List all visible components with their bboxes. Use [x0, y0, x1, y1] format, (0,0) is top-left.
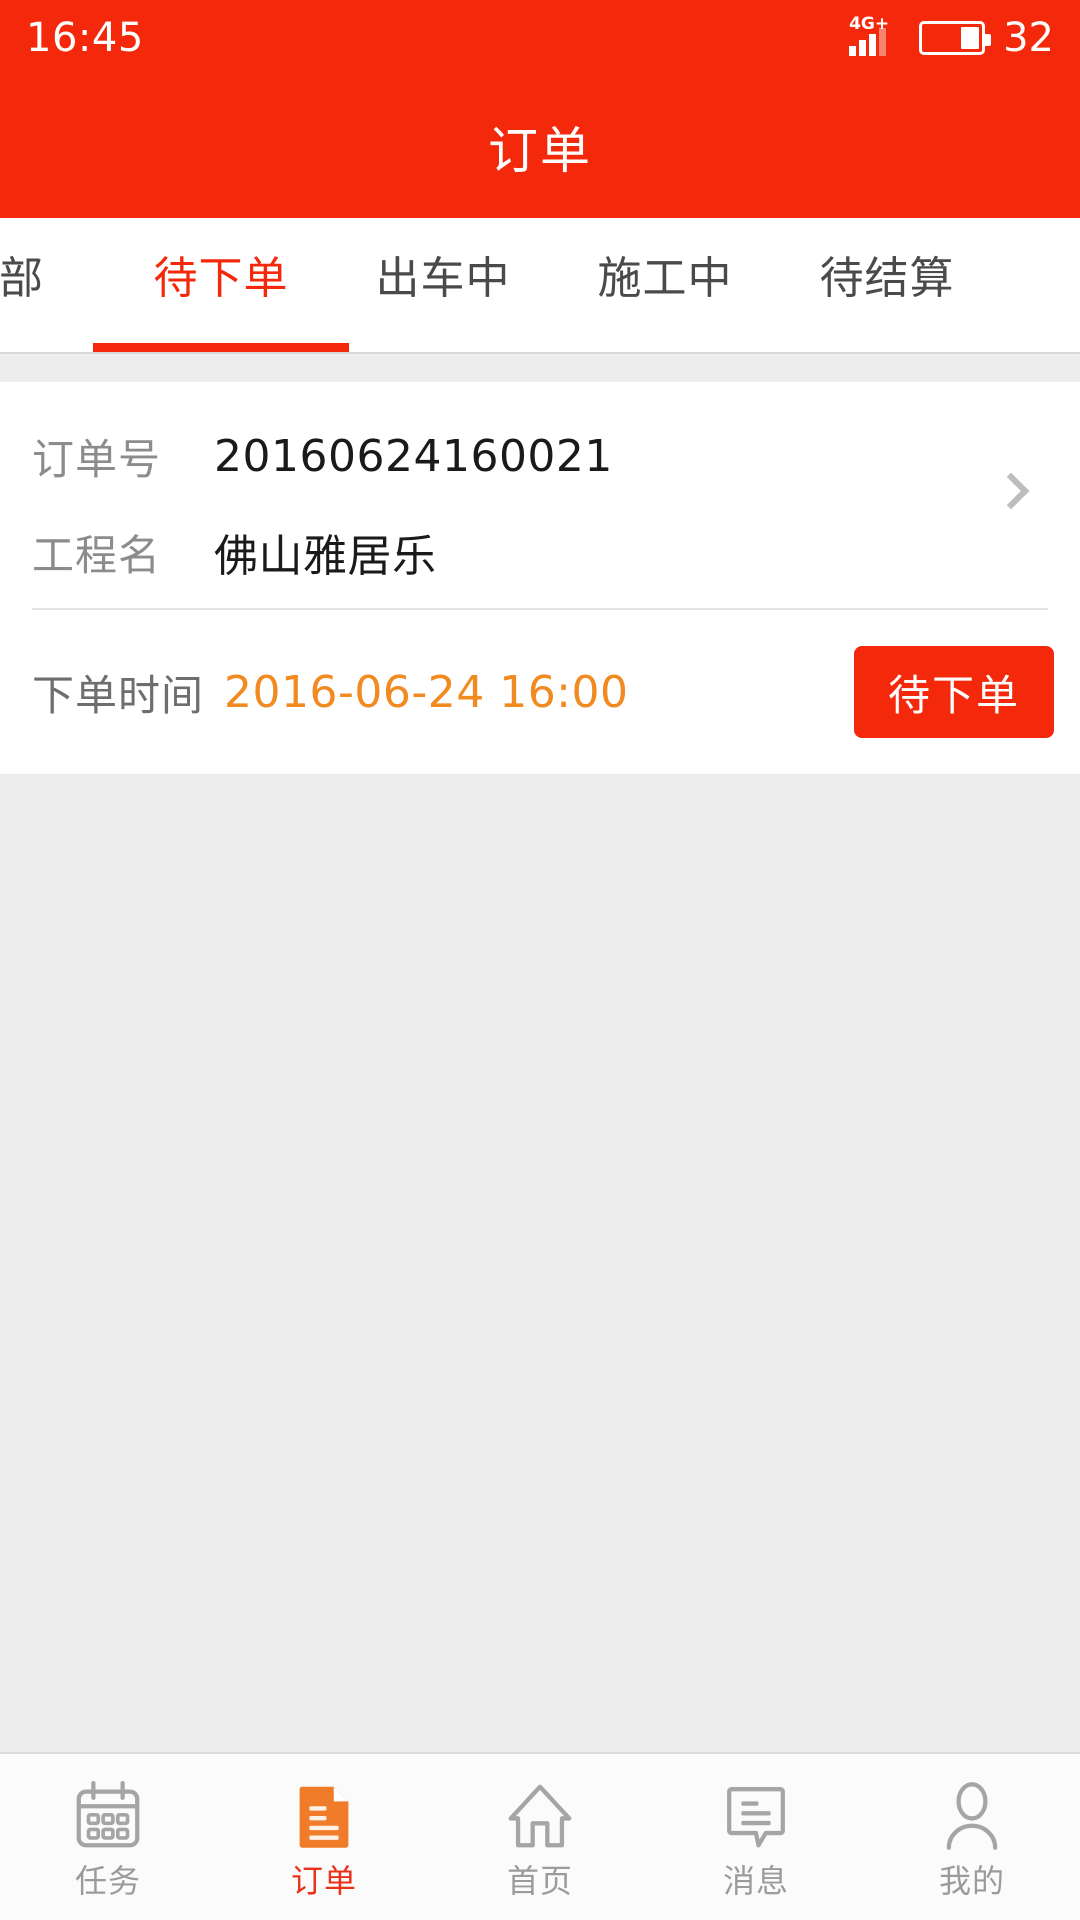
calendar-icon [76, 1780, 140, 1848]
order-status-tabbar[interactable]: 全部 待下单 出车中 施工中 待结算 [0, 218, 1080, 352]
nav-label: 任务 [74, 1862, 141, 1900]
order-number-value: 20160624160021 [214, 430, 613, 482]
order-status-button[interactable]: 待下单 [854, 646, 1054, 738]
project-name-label: 工程名 [32, 530, 162, 580]
tab-list: 全部 待下单 出车中 施工中 待结算 [0, 218, 998, 352]
nav-label: 我的 [938, 1862, 1005, 1900]
tab-pending-order[interactable]: 待下单 [93, 218, 349, 352]
home-icon [508, 1784, 572, 1848]
document-icon [299, 1786, 349, 1848]
tab-label: 出车中 [375, 253, 511, 304]
project-name-row: 工程名 佛山雅居乐 [0, 504, 1080, 600]
order-card-header[interactable]: 订单号 20160624160021 工程名 佛山雅居乐 [0, 382, 1080, 608]
order-number-label: 订单号 [32, 434, 162, 484]
tab-label: 待结算 [819, 253, 955, 304]
tab-active-indicator [93, 343, 349, 352]
order-time-value: 2016-06-24 16:00 [224, 666, 629, 718]
order-card-footer: 下单时间 2016-06-24 16:00 待下单 [0, 610, 1080, 774]
battery-percent-label: 32 [1003, 15, 1054, 61]
app-header: 16:45 4G+ 32 订单 [0, 0, 1080, 218]
order-list-screen: 16:45 4G+ 32 订单 全部 待下单 [0, 0, 1080, 1920]
battery-fill [960, 27, 980, 49]
nav-item-tasks[interactable]: 任务 [0, 1753, 216, 1920]
tab-in-construction[interactable]: 施工中 [554, 218, 776, 352]
battery-icon [919, 21, 992, 55]
tab-label: 全部 [0, 253, 44, 304]
tab-dispatching[interactable]: 出车中 [332, 218, 554, 352]
tab-label: 施工中 [597, 253, 733, 304]
status-bar-clock: 16:45 [26, 15, 144, 61]
status-bar-indicators: 4G+ 32 [849, 14, 1054, 61]
nav-item-home[interactable]: 首页 [432, 1753, 648, 1920]
order-time-label: 下单时间 [32, 670, 205, 720]
nav-label: 首页 [506, 1862, 573, 1900]
person-icon [946, 1782, 998, 1850]
order-number-row: 订单号 20160624160021 [0, 408, 1080, 504]
signal-bars-icon: 4G+ [849, 14, 905, 60]
empty-list-area [0, 990, 1080, 1750]
message-icon [727, 1787, 785, 1848]
nav-label: 订单 [290, 1862, 357, 1900]
order-card[interactable]: 订单号 20160624160021 工程名 佛山雅居乐 下单时间 2016-0… [0, 382, 1080, 774]
nav-item-profile[interactable]: 我的 [864, 1753, 1080, 1920]
page-title: 订单 [488, 122, 592, 180]
tab-pending-settlement[interactable]: 待结算 [776, 218, 998, 352]
project-name-value: 佛山雅居乐 [214, 531, 437, 582]
bottom-navigation-bar[interactable]: 任务 订单 首页 消息 我的 [0, 1752, 1080, 1920]
chevron-right-icon[interactable] [992, 472, 1032, 512]
nav-item-orders[interactable]: 订单 [216, 1753, 432, 1920]
signal-bars-graphic [849, 28, 887, 56]
nav-item-messages[interactable]: 消息 [648, 1753, 864, 1920]
content-spacer [0, 352, 1080, 382]
status-bar: 16:45 4G+ 32 [0, 0, 1080, 76]
nav-label: 消息 [722, 1862, 789, 1900]
tab-label: 待下单 [153, 253, 289, 304]
tab-all[interactable]: 全部 [0, 218, 110, 352]
